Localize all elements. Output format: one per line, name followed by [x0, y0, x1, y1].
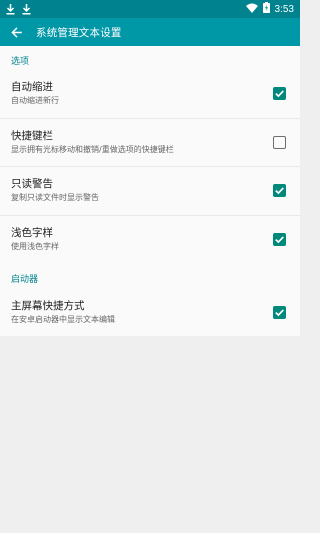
pref-light-font[interactable]: 浅色字样 使用浅色字样 — [0, 216, 300, 265]
light-font-checkbox[interactable] — [273, 233, 286, 247]
section-header-launcher: 启动器 — [11, 275, 39, 285]
pref-summary: 自动缩进新行 — [11, 96, 59, 106]
pref-title: 只读警告 — [11, 178, 53, 191]
arrow-back-icon — [10, 23, 22, 42]
page-title: 系统管理文本设置 — [36, 26, 122, 39]
download-icon — [22, 3, 31, 15]
section-header-options: 选项 — [11, 57, 30, 67]
shortcut-bar-checkbox[interactable] — [273, 135, 286, 149]
pref-title: 浅色字样 — [11, 227, 53, 240]
readonly-warning-checkbox[interactable] — [273, 184, 286, 198]
status-bar: 3:53 — [0, 0, 300, 18]
pref-title: 自动缩进 — [11, 81, 53, 94]
pref-title: 主屏幕快捷方式 — [11, 299, 85, 312]
pref-home-shortcut[interactable]: 主屏幕快捷方式 在安卓启动器中显示文本编辑 — [0, 288, 300, 337]
settings-list: 选项 自动缩进 自动缩进新行 快捷键栏 显示拥有光标移动和撤销/重做选项的快捷键… — [0, 46, 300, 336]
status-time: 3:53 — [274, 3, 294, 15]
back-button[interactable] — [0, 18, 32, 46]
pref-shortcut-bar[interactable]: 快捷键栏 显示拥有光标移动和撤销/重做选项的快捷键栏 — [0, 119, 300, 167]
pref-summary: 显示拥有光标移动和撤销/重做选项的快捷键栏 — [11, 144, 174, 154]
pref-auto-indent[interactable]: 自动缩进 自动缩进新行 — [0, 70, 300, 119]
download-icon — [6, 3, 15, 15]
status-bar-system: 3:53 — [245, 2, 294, 16]
app-bar: 系统管理文本设置 — [0, 18, 300, 46]
home-shortcut-checkbox[interactable] — [273, 305, 286, 319]
status-bar-notifications — [6, 3, 31, 15]
pref-title: 快捷键栏 — [11, 129, 53, 142]
battery-charging-icon — [262, 2, 270, 16]
pref-readonly-warning[interactable]: 只读警告 复制只读文件时显示警告 — [0, 167, 300, 216]
auto-indent-checkbox[interactable] — [273, 87, 286, 101]
pref-summary: 在安卓启动器中显示文本编辑 — [11, 314, 115, 324]
pref-summary: 使用浅色字样 — [11, 242, 59, 252]
wifi-icon — [245, 3, 258, 16]
pref-summary: 复制只读文件时显示警告 — [11, 193, 99, 203]
